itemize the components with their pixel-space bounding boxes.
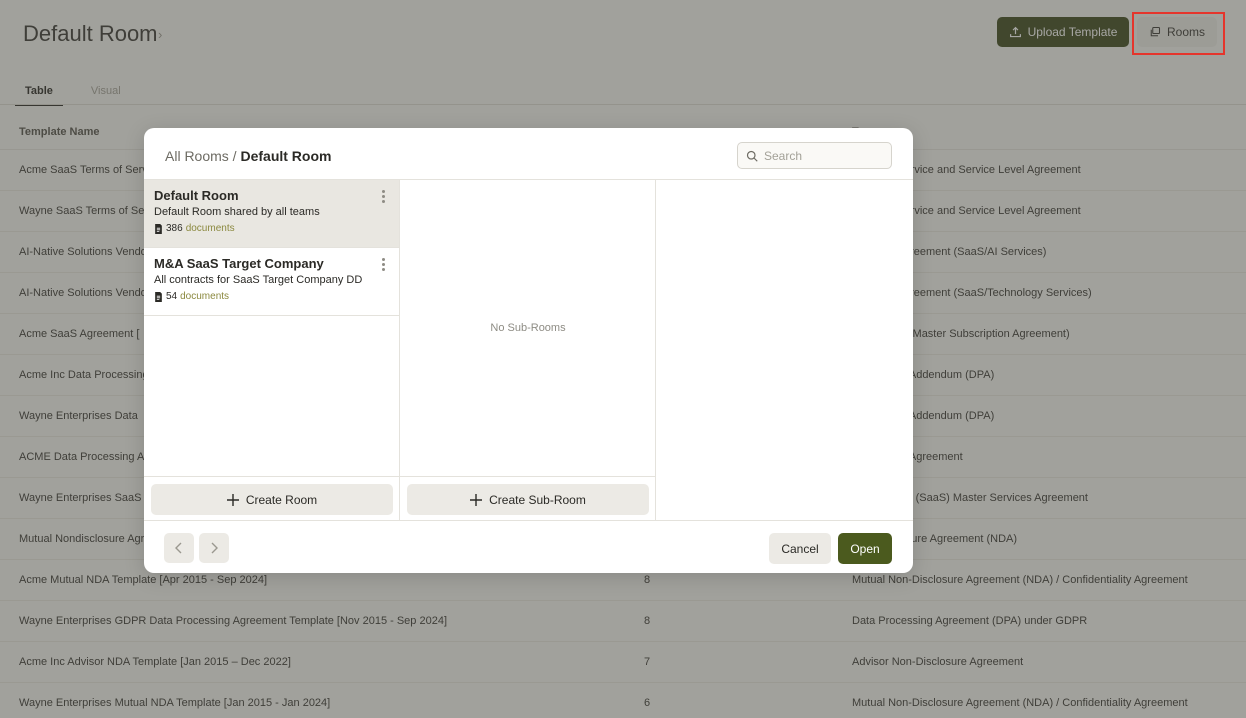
breadcrumb-current: Default Room xyxy=(240,148,332,164)
plus-icon xyxy=(226,493,239,506)
search-input[interactable] xyxy=(764,148,884,163)
room-document-count: 386 documents xyxy=(154,223,389,234)
details-column xyxy=(656,180,913,520)
create-room-label: Create Room xyxy=(245,492,318,507)
breadcrumb-separator: / xyxy=(228,148,241,164)
search-icon xyxy=(746,150,758,162)
document-icon xyxy=(155,223,162,234)
rooms-column: Default Room Default Room shared by all … xyxy=(144,180,400,520)
create-room-area: Create Room xyxy=(144,476,400,520)
doc-count: 386 xyxy=(166,223,183,234)
document-icon xyxy=(155,291,162,302)
room-item-default[interactable]: Default Room Default Room shared by all … xyxy=(144,180,399,248)
more-vertical-icon[interactable] xyxy=(379,258,387,274)
chevron-left-icon xyxy=(175,542,182,554)
breadcrumb: All Rooms / Default Room xyxy=(165,148,331,164)
create-subroom-area: Create Sub-Room xyxy=(400,476,656,520)
previous-button[interactable] xyxy=(164,533,194,563)
open-button[interactable]: Open xyxy=(838,533,892,564)
subrooms-column: No Sub-Rooms xyxy=(400,180,656,520)
doc-count: 54 xyxy=(166,291,178,302)
next-button[interactable] xyxy=(199,533,229,563)
search-box[interactable] xyxy=(737,142,892,169)
room-name: M&A SaaS Target Company xyxy=(154,256,324,271)
create-subroom-button[interactable]: Create Sub-Room xyxy=(407,484,649,515)
room-description: Default Room shared by all teams xyxy=(154,206,320,218)
doc-label: documents xyxy=(180,291,230,302)
room-item-ma-saas[interactable]: M&A SaaS Target Company All contracts fo… xyxy=(144,248,399,316)
cancel-button[interactable]: Cancel xyxy=(769,533,831,564)
create-room-button[interactable]: Create Room xyxy=(151,484,393,515)
chevron-right-icon xyxy=(211,542,218,554)
plus-icon xyxy=(470,493,483,506)
dialog-header: All Rooms / Default Room xyxy=(144,128,913,180)
doc-label: documents xyxy=(185,223,235,234)
room-document-count: 54 documents xyxy=(154,291,389,302)
rooms-dialog: All Rooms / Default Room Default Room De… xyxy=(144,128,913,573)
create-subroom-label: Create Sub-Room xyxy=(489,492,586,507)
room-name: Default Room xyxy=(154,188,239,203)
room-description: All contracts for SaaS Target Company DD xyxy=(154,274,363,286)
more-vertical-icon[interactable] xyxy=(379,190,387,206)
no-subrooms-message: No Sub-Rooms xyxy=(490,322,566,334)
breadcrumb-root[interactable]: All Rooms xyxy=(165,148,229,164)
dialog-footer: Cancel Open xyxy=(144,520,913,573)
